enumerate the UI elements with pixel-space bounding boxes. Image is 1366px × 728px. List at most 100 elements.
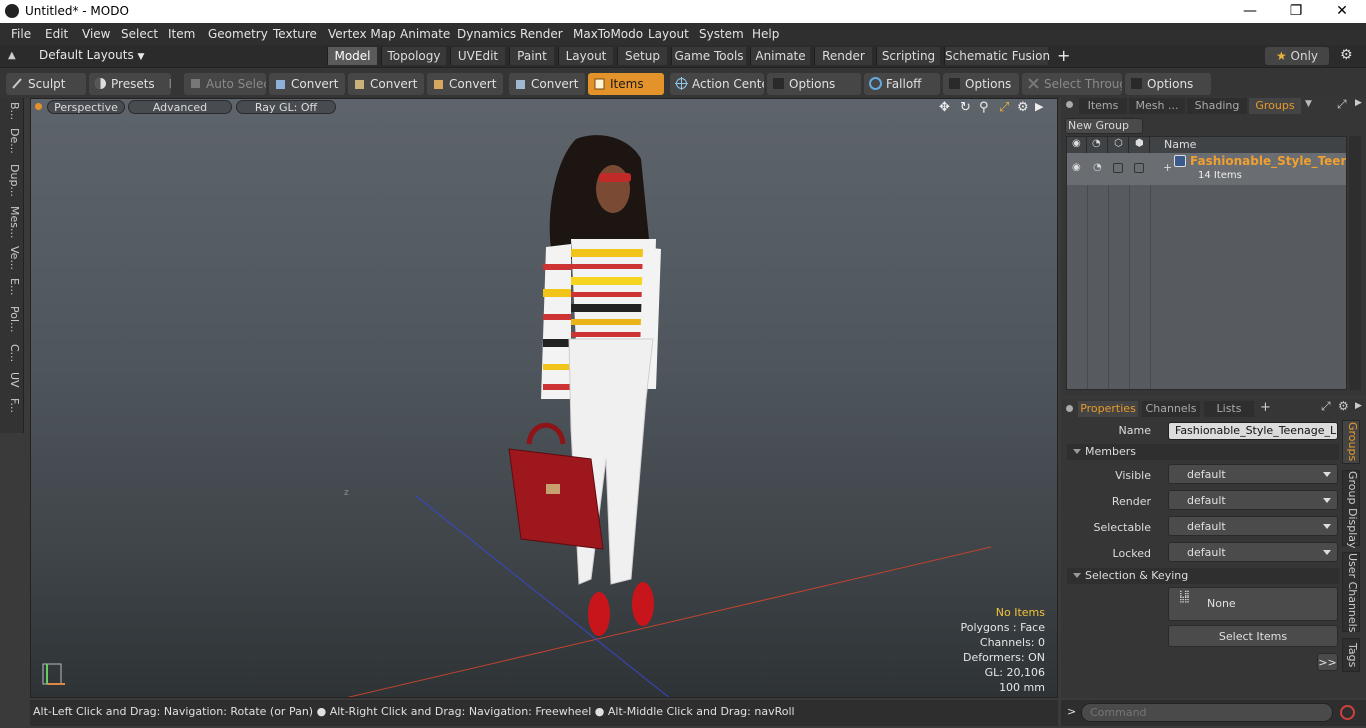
left-tab-10[interactable]: F... <box>3 398 21 413</box>
left-tab-2[interactable]: De... <box>3 128 21 154</box>
left-tab-8[interactable]: C... <box>3 344 21 362</box>
menu-select[interactable]: Select <box>121 27 158 41</box>
render-toggle-icon[interactable]: ◔ <box>1093 162 1102 173</box>
convert-button-2[interactable]: Convert <box>348 73 424 95</box>
menu-edit[interactable]: Edit <box>45 27 68 41</box>
minimize-button[interactable]: — <box>1227 0 1273 23</box>
menu-maxtomodo[interactable]: MaxToModo <box>573 27 643 41</box>
menu-view[interactable]: View <box>82 27 110 41</box>
maximize-button[interactable]: ❐ <box>1273 0 1319 23</box>
menu-render[interactable]: Render <box>520 27 563 41</box>
none-button[interactable]: ⠇⠿ ⠿⠿ None <box>1168 587 1338 621</box>
convert-button-1[interactable]: Convert <box>269 73 345 95</box>
vtab-groups[interactable]: Groups <box>1342 420 1360 464</box>
tab-uvedit[interactable]: UVEdit <box>450 47 505 65</box>
vtab-group-display[interactable]: Group Display <box>1342 470 1360 549</box>
group-name[interactable]: Fashionable_Style_Teen ... <box>1190 154 1346 168</box>
menu-animate[interactable]: Animate <box>400 27 450 41</box>
default-layouts-dropdown[interactable]: Default Layouts ▼ <box>39 48 144 62</box>
tab-mesh[interactable]: Mesh ... <box>1129 98 1185 114</box>
gear-icon[interactable]: ⚙ <box>1340 47 1353 63</box>
tab-channels[interactable]: Channels <box>1142 401 1200 417</box>
visible-dropdown[interactable]: default <box>1168 464 1338 484</box>
expand-plus-icon[interactable]: + <box>1163 161 1172 174</box>
left-tab-1[interactable]: B... <box>3 102 21 120</box>
tab-animate[interactable]: Animate <box>750 47 810 65</box>
panel-maximize-icon[interactable]: ⤢ <box>1321 399 1331 414</box>
lock-column-icon[interactable]: ⬡ <box>1108 137 1129 153</box>
vtab-tags[interactable]: Tags <box>1342 638 1360 672</box>
selectable-dropdown[interactable]: default <box>1168 516 1338 536</box>
select-through-button[interactable]: Select Through <box>1022 73 1122 95</box>
left-tab-3[interactable]: Dup... <box>3 164 21 197</box>
tab-render[interactable]: Render <box>814 47 872 65</box>
tab-model[interactable]: Model <box>327 47 377 65</box>
panel-expand-icon[interactable]: ▶ <box>1355 98 1362 108</box>
lock-checkbox[interactable] <box>1113 163 1123 173</box>
close-button[interactable]: ✕ <box>1319 0 1365 23</box>
left-tab-4[interactable]: Mes... <box>3 206 21 238</box>
3d-viewport[interactable]: Perspective Advanced Ray GL: Off ✥ ↻ ⚲ ⤢… <box>30 98 1058 698</box>
left-tab-9[interactable]: UV <box>3 372 21 388</box>
menu-geometry[interactable]: Geometry <box>208 27 268 41</box>
sculpt-button[interactable]: Sculpt <box>6 73 86 95</box>
options-button-2[interactable]: Options <box>943 73 1019 95</box>
render-dropdown[interactable]: default <box>1168 490 1338 510</box>
left-tab-6[interactable]: E... <box>3 278 21 295</box>
left-tab-7[interactable]: Pol... <box>3 306 21 333</box>
vtab-user-channels[interactable]: User Channels <box>1342 552 1360 632</box>
menu-system[interactable]: System <box>699 27 744 41</box>
tab-setup[interactable]: Setup <box>617 47 667 65</box>
tab-items[interactable]: Items <box>1079 98 1127 114</box>
auto-select-button[interactable]: Auto Select <box>184 73 266 95</box>
tabs-dropdown-icon[interactable]: ▼ <box>1305 99 1312 109</box>
command-input[interactable] <box>1081 703 1333 722</box>
locked-dropdown[interactable]: default <box>1168 542 1338 562</box>
panel-menu-icon[interactable] <box>1066 101 1073 108</box>
select-column-icon[interactable]: ⬢ <box>1129 137 1150 153</box>
render-column-icon[interactable]: ◔ <box>1087 137 1108 153</box>
menu-layout[interactable]: Layout <box>648 27 689 41</box>
menu-vertex-map[interactable]: Vertex Map <box>328 27 396 41</box>
select-items-button[interactable]: Select Items <box>1168 625 1338 647</box>
selection-keying-section[interactable]: Selection & Keying <box>1067 568 1339 584</box>
new-group-button[interactable]: New Group <box>1065 118 1143 134</box>
left-tab-5[interactable]: Ve... <box>3 246 21 270</box>
menu-file[interactable]: File <box>11 27 31 41</box>
members-section[interactable]: Members <box>1067 444 1339 460</box>
tab-game-tools[interactable]: Game Tools <box>671 47 746 65</box>
items-button[interactable]: Items <box>588 73 664 95</box>
list-scrollbar[interactable] <box>1349 136 1361 390</box>
eye-column-icon[interactable]: ◉ <box>1067 137 1087 153</box>
menu-texture[interactable]: Texture <box>273 27 317 41</box>
tab-paint[interactable]: Paint <box>509 47 554 65</box>
tab-shading[interactable]: Shading <box>1187 98 1247 114</box>
menu-dynamics[interactable]: Dynamics <box>457 27 516 41</box>
panel-gear-icon[interactable]: ⚙ <box>1338 399 1349 413</box>
presets-button[interactable]: Presets F6 <box>89 73 171 95</box>
panel-maximize-icon[interactable]: ⤢ <box>1337 97 1347 112</box>
more-button[interactable]: >> <box>1317 653 1338 671</box>
tab-scripting[interactable]: Scripting <box>876 47 940 65</box>
record-icon[interactable] <box>1340 705 1355 720</box>
tab-schematic-fusion[interactable]: Schematic Fusion <box>944 47 1050 65</box>
name-field[interactable]: Fashionable_Style_Teenage_Ligh <box>1168 422 1338 440</box>
select-checkbox[interactable] <box>1134 163 1144 173</box>
convert-button-3[interactable]: Convert <box>427 73 503 95</box>
name-column-header[interactable]: Name <box>1150 137 1346 153</box>
layout-up-icon[interactable]: ▲ <box>8 49 22 63</box>
tab-properties[interactable]: Properties <box>1078 401 1138 417</box>
action-center-button[interactable]: Action Center <box>670 73 764 95</box>
panel-menu-icon[interactable] <box>1066 405 1073 412</box>
add-layout-button[interactable]: + <box>1057 46 1070 65</box>
panel-expand-icon[interactable]: ▶ <box>1355 401 1362 411</box>
visibility-eye-icon[interactable]: ◉ <box>1072 162 1081 173</box>
menu-help[interactable]: Help <box>752 27 779 41</box>
only-toggle[interactable]: ★ Only <box>1265 47 1329 65</box>
group-row[interactable]: ◉ ◔ + Fashionable_Style_Teen ... 14 Item… <box>1067 153 1346 185</box>
options-button-3[interactable]: Options <box>1125 73 1211 95</box>
menu-item[interactable]: Item <box>168 27 195 41</box>
convert-button-4[interactable]: Convert <box>509 73 585 95</box>
options-button-1[interactable]: Options <box>767 73 861 95</box>
tab-topology[interactable]: Topology <box>381 47 446 65</box>
